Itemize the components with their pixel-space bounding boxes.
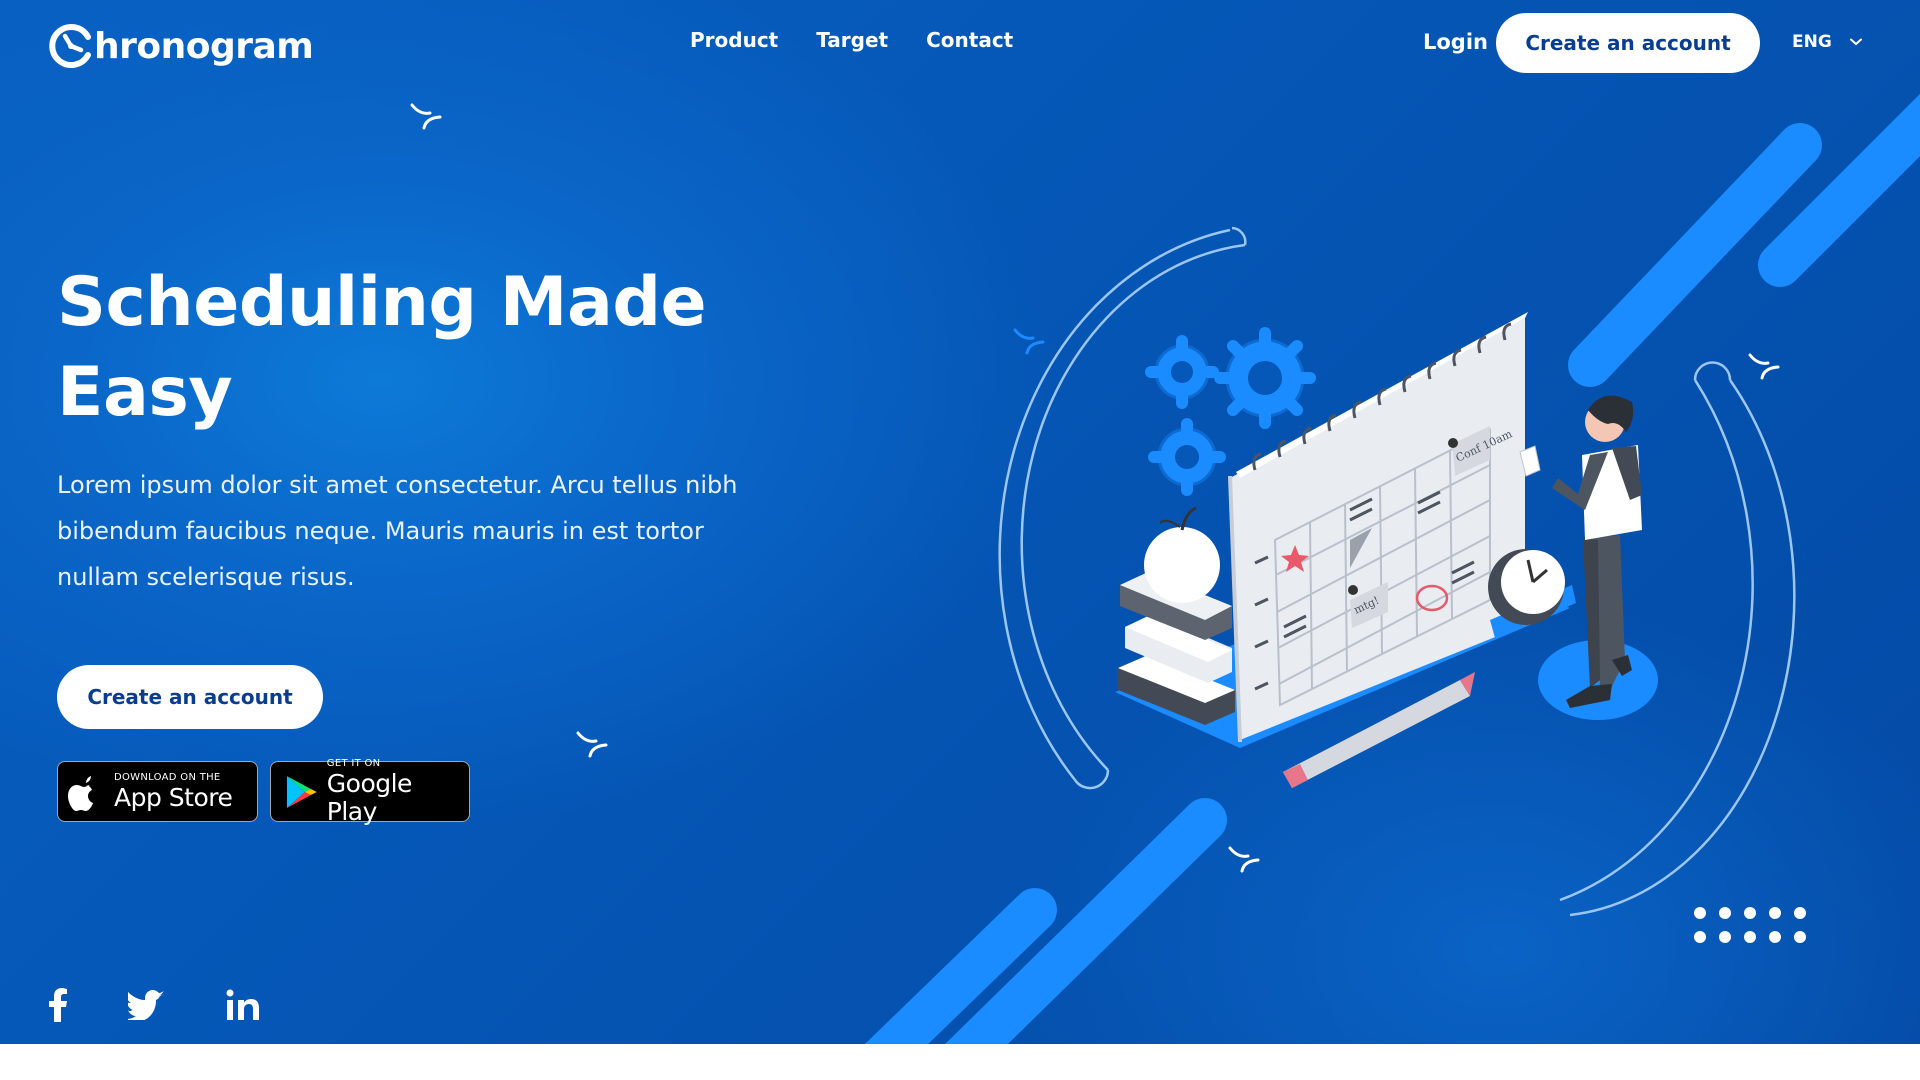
clock-c-icon xyxy=(49,24,91,68)
hero-description: Lorem ipsum dolor sit amet consectetur. … xyxy=(57,471,738,591)
language-label: ENG xyxy=(1792,32,1832,52)
nav-product[interactable]: Product xyxy=(690,28,778,52)
app-store-big-text: App Store xyxy=(114,782,233,812)
nav-target[interactable]: Target xyxy=(816,28,888,52)
login-link[interactable]: Login xyxy=(1423,30,1488,54)
google-play-icon xyxy=(286,775,317,808)
hero-headline: Scheduling Made Easy xyxy=(57,263,707,432)
hero-create-account-button[interactable]: Create an account xyxy=(57,665,323,729)
google-play-badge[interactable]: GET IT ON Google Play xyxy=(270,757,470,825)
twitter-icon[interactable] xyxy=(126,985,166,1025)
calendar-note-conf: Conf 10am xyxy=(1454,427,1515,465)
chevron-down-icon xyxy=(1849,38,1862,46)
brand-logo[interactable]: hronogram xyxy=(48,18,314,74)
main-nav: Product Target Contact xyxy=(690,28,1013,52)
hero-section: Conf 10am mtg! hronogram Product Target … xyxy=(0,0,1920,1044)
nav-create-account-button[interactable]: Create an account xyxy=(1496,13,1760,73)
apple-icon xyxy=(68,775,93,811)
calendar-note-mtg: mtg! xyxy=(1352,594,1381,617)
app-store-small-text: DOWNLOAD ON THE xyxy=(114,771,221,783)
linkedin-icon[interactable] xyxy=(223,985,263,1025)
google-play-big-text: Google Play xyxy=(326,768,413,826)
app-store-badge[interactable]: DOWNLOAD ON THE App Store xyxy=(57,761,258,822)
facebook-icon[interactable] xyxy=(38,985,78,1025)
google-play-small-text: GET IT ON xyxy=(326,757,381,769)
language-selector[interactable]: ENG xyxy=(1792,32,1862,52)
brand-name: hronogram xyxy=(94,25,314,67)
nav-contact[interactable]: Contact xyxy=(926,28,1013,52)
